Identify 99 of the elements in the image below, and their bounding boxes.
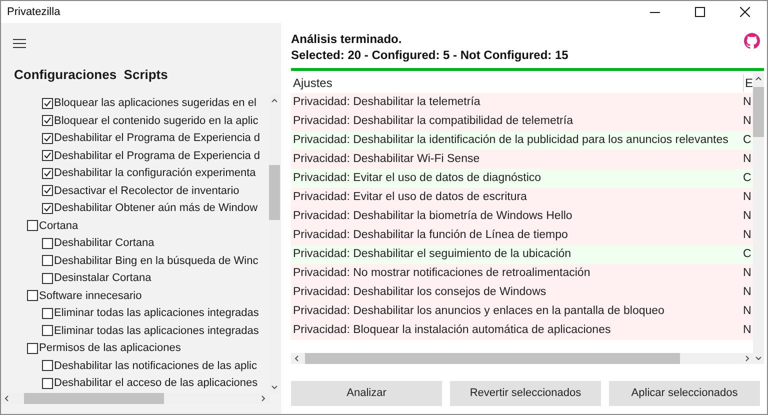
table-cell-text: Privacidad: Deshabilitar la compatibilidad de telemetría — [292, 114, 574, 129]
checkbox[interactable] — [42, 378, 53, 389]
table-cell-text: Privacidad: Bloquear la instalación automática de aplicaciones — [292, 322, 612, 338]
checked-checkbox[interactable] — [42, 202, 53, 214]
table-cell-text: Privacidad: Deshabilitar la función de Línea de tiempo — [292, 228, 569, 243]
table-row[interactable]: Privacidad: Deshabilitar la función de Línea de tiempo N — [291, 226, 753, 245]
table-cell-text: N — [743, 228, 752, 243]
table-row[interactable]: Privacidad: No mostrar notificaciones de retroalimentación N — [291, 264, 753, 283]
summary-text: Selected: 20 - Configured: 5 - Not Configured: 15 — [291, 47, 568, 63]
checkbox[interactable] — [42, 325, 53, 336]
tree-item[interactable]: Permisos de las aplicaciones — [39, 340, 181, 356]
table-row[interactable]: Privacidad: Deshabilitar la telemetría N — [291, 93, 753, 112]
tree-item[interactable]: Bloquear las aplicaciones sugeridas en el — [54, 95, 256, 112]
tree-item[interactable]: Bloquear el contenido sugerido en la aplic — [54, 112, 258, 129]
scroll-left-icon[interactable] — [294, 355, 299, 362]
table-row[interactable]: Privacidad: Deshabilitar la compatibilidad de telemetría N — [291, 112, 753, 131]
table-cell-text: Privacidad: Deshabilitar el seguimiento de la ubicación — [292, 246, 572, 262]
tree-item[interactable]: Deshabilitar la configuración experimenta — [54, 165, 256, 182]
tree-item[interactable]: Desactivar el Recolector de inventario — [54, 182, 240, 199]
scroll-right-icon[interactable] — [745, 355, 750, 362]
checked-checkbox[interactable] — [42, 150, 53, 162]
table-cell-text: Privacidad: Deshabilitar la identificación de la publicidad para los anuncios relevantes — [292, 132, 730, 148]
checked-checkbox[interactable] — [42, 98, 53, 109]
tree-item[interactable]: Deshabilitar el Programa de Experiencia d — [54, 130, 260, 146]
checked-checkbox[interactable] — [42, 168, 53, 179]
scroll-right-icon[interactable] — [261, 394, 266, 402]
action-button[interactable]: Aplicar seleccionados — [609, 381, 760, 406]
table-cell-text: Privacidad: Evitar el uso de datos de diagnóstico — [292, 170, 542, 186]
table-row[interactable]: Privacidad: Deshabilitar la identificación de la publicidad para los anuncios relevantes C — [291, 131, 753, 150]
table-row[interactable]: Privacidad: Evitar el uso de datos de escritura N — [291, 188, 753, 207]
table-cell-text: N — [743, 322, 752, 338]
scroll-thumb[interactable] — [269, 164, 280, 220]
table-cell-text: N — [743, 304, 752, 319]
checked-checkbox[interactable] — [42, 115, 53, 126]
table-row[interactable]: Privacidad: Evitar el uso de datos de diagnóstico C — [291, 169, 753, 188]
status-text: Análisis terminado. — [291, 31, 403, 47]
checkbox[interactable] — [27, 220, 38, 232]
tree-item[interactable]: Deshabilitar el acceso de las aplicaciones — [54, 375, 258, 392]
vertical-scrollbar[interactable] — [753, 73, 764, 364]
checkbox[interactable] — [42, 255, 53, 266]
checkbox[interactable] — [27, 290, 38, 302]
github-icon[interactable] — [744, 33, 760, 49]
table-cell-text: N — [743, 114, 752, 129]
tree-item[interactable]: Eliminar todas las aplicaciones integradas — [54, 305, 259, 322]
sidebar-heading: Configuraciones Scripts — [14, 66, 168, 84]
tree-item[interactable]: Deshabilitar Cortana — [54, 235, 154, 252]
checked-checkbox[interactable] — [42, 185, 53, 196]
table-cell-text: Privacidad: No mostrar notificaciones de retroalimentación — [292, 266, 592, 281]
scroll-left-icon[interactable] — [4, 394, 9, 402]
table-cell-text: N — [743, 94, 752, 110]
tree-item[interactable]: Deshabilitar el Programa de Experiencia d — [54, 148, 260, 164]
table-row[interactable]: Privacidad: Deshabilitar el seguimiento de la ubicación C — [291, 245, 753, 264]
tree-item[interactable]: Desinstalar Cortana — [54, 270, 152, 286]
table-row[interactable]: Privacidad: Deshabilitar los anuncios y enlaces en la pantalla de bloqueo N — [291, 302, 753, 321]
window-title: Privatezilla — [6, 4, 60, 20]
scroll-down-icon[interactable] — [755, 356, 762, 361]
table-cell-text: C — [743, 170, 752, 186]
tree-item[interactable]: Deshabilitar las notificaciones de las aplic — [54, 358, 257, 374]
maximize-icon — [694, 7, 704, 17]
table-cell-text: C — [743, 132, 752, 148]
table-cell-text: Privacidad: Evitar el uso de datos de escritura — [292, 190, 528, 205]
table-cell-text: Privacidad: Deshabilitar los anuncios y enlaces en la pantalla de bloqueo — [292, 304, 666, 319]
table-cell-text: N — [743, 190, 752, 205]
scroll-up-icon[interactable] — [271, 98, 278, 102]
tree-item[interactable]: Software innecesario — [39, 288, 142, 304]
table-row[interactable]: Privacidad: Deshabilitar Wi-Fi Sense N — [291, 150, 753, 169]
tree-item[interactable]: Deshabilitar Bing en la búsqueda de Winc — [54, 252, 258, 269]
tree-item[interactable]: Deshabilitar Obtener aún más de Window — [54, 200, 258, 216]
checkbox[interactable] — [42, 308, 53, 319]
horizontal-scrollbar[interactable] — [291, 353, 753, 364]
close-icon — [740, 7, 750, 17]
checkbox[interactable] — [42, 360, 53, 372]
table-row[interactable]: Privacidad: Deshabilitar la biometría de Windows Hello N — [291, 207, 753, 226]
table-cell-text: Privacidad: Deshabilitar la biometría de Windows Hello — [292, 208, 574, 224]
checkbox[interactable] — [27, 342, 38, 354]
tree-item[interactable]: Cortana — [39, 218, 78, 234]
action-button[interactable]: Analizar — [291, 381, 442, 406]
checkbox[interactable] — [42, 238, 53, 249]
table-cell-text: Privacidad: Deshabilitar los consejos de Windows — [292, 284, 548, 300]
table-cell-text: N — [743, 284, 752, 300]
table-row[interactable]: Privacidad: Bloquear la instalación automática de aplicaciones N — [291, 321, 753, 340]
scroll-thumb[interactable] — [305, 353, 680, 364]
column-header[interactable]: Ajustes — [291, 74, 743, 92]
checkbox[interactable] — [42, 272, 53, 284]
table-cell-text: N — [743, 266, 752, 281]
action-button[interactable]: Revertir seleccionados — [450, 381, 601, 406]
table-cell-text: N — [743, 152, 752, 167]
scroll-thumb[interactable] — [753, 87, 764, 137]
table-cell-text: C — [743, 246, 752, 262]
scroll-thumb[interactable] — [24, 392, 164, 404]
table-cell-text: N — [743, 208, 752, 224]
tree-item[interactable]: Eliminar todas las aplicaciones integradas — [54, 322, 259, 339]
table-cell-text: Privacidad: Deshabilitar Wi-Fi Sense — [292, 152, 481, 167]
table-row[interactable]: Privacidad: Deshabilitar los consejos de Windows N — [291, 283, 753, 302]
menu-icon[interactable] — [13, 39, 26, 48]
table-cell-text: Privacidad: Deshabilitar la telemetría — [292, 94, 482, 110]
scroll-down-icon[interactable] — [271, 384, 278, 390]
checked-checkbox[interactable] — [42, 132, 53, 144]
scroll-up-icon[interactable] — [755, 76, 762, 81]
